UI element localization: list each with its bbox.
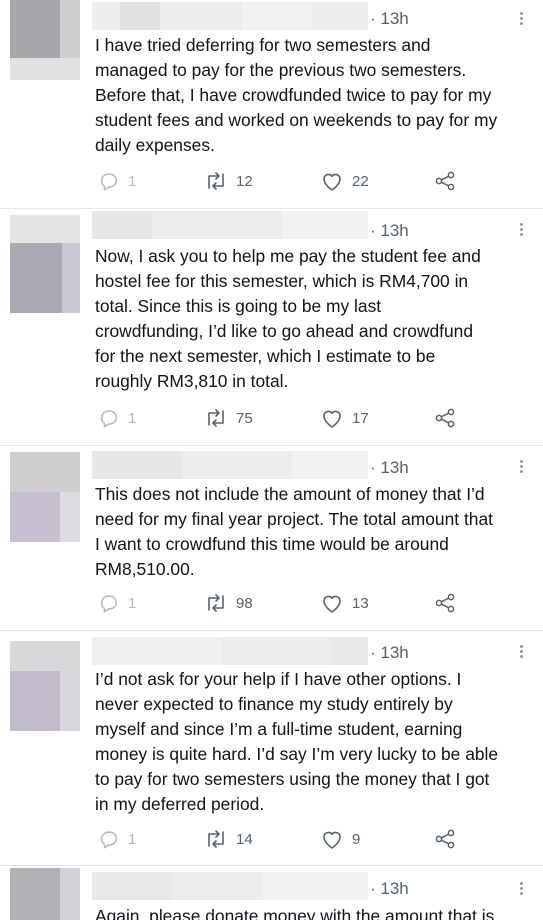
reply-icon xyxy=(100,173,118,191)
avatar[interactable] xyxy=(10,215,80,313)
more-options-icon[interactable] xyxy=(517,12,525,27)
timestamp[interactable]: · 13h xyxy=(370,879,409,899)
author-name-redacted[interactable] xyxy=(92,451,368,479)
reply-button[interactable]: 1 xyxy=(98,407,136,429)
reply-count: 1 xyxy=(128,594,137,612)
timestamp[interactable]: · 13h xyxy=(370,221,409,241)
share-button[interactable] xyxy=(434,407,456,429)
timestamp[interactable]: · 13h xyxy=(370,458,409,478)
retweet-count: 98 xyxy=(236,594,253,612)
reply-count: 1 xyxy=(128,830,137,848)
tweet[interactable]: · 13h Again, please donate money with th… xyxy=(0,866,543,920)
tweet-text: Now, I ask you to help me pay the studen… xyxy=(95,246,481,391)
retweet-button[interactable]: 14 xyxy=(204,828,253,850)
like-count: 9 xyxy=(352,830,361,848)
like-button[interactable]: 13 xyxy=(320,592,369,614)
retweet-icon xyxy=(208,172,224,190)
retweet-icon xyxy=(208,830,224,848)
share-button[interactable] xyxy=(434,170,456,192)
reply-button[interactable]: 1 xyxy=(98,592,136,614)
reply-button[interactable]: 1 xyxy=(98,828,136,850)
timestamp[interactable]: · 13h xyxy=(370,643,409,663)
retweet-count: 75 xyxy=(236,409,253,427)
share-icon xyxy=(435,829,455,849)
heart-icon xyxy=(323,831,341,849)
retweet-button[interactable]: 98 xyxy=(204,592,253,614)
more-options-icon[interactable] xyxy=(517,645,525,660)
tweet-actions: 1 75 17 xyxy=(0,407,543,433)
like-button[interactable]: 9 xyxy=(320,828,360,850)
share-button[interactable] xyxy=(434,592,456,614)
tweet-text: I’d not ask for your help if I have othe… xyxy=(95,669,499,814)
heart-icon xyxy=(323,173,341,191)
more-options-icon[interactable] xyxy=(517,882,525,897)
like-count: 17 xyxy=(352,409,369,427)
more-options-icon[interactable] xyxy=(517,223,525,238)
tweet[interactable]: · 13h This does not include the amount o… xyxy=(0,446,543,630)
retweet-icon xyxy=(208,409,224,427)
reply-icon xyxy=(100,410,118,428)
share-icon xyxy=(435,171,455,191)
like-button[interactable]: 17 xyxy=(320,407,369,429)
share-button[interactable] xyxy=(434,828,456,850)
tweet-text: This does not include the amount of mone… xyxy=(95,484,493,579)
like-count: 22 xyxy=(352,172,369,190)
author-name-redacted[interactable] xyxy=(92,637,368,665)
reply-icon xyxy=(100,831,118,849)
like-count: 13 xyxy=(352,594,369,612)
heart-icon xyxy=(323,595,341,613)
retweet-count: 14 xyxy=(236,830,253,848)
retweet-button[interactable]: 12 xyxy=(204,170,253,192)
avatar[interactable] xyxy=(10,452,80,542)
author-name-redacted[interactable] xyxy=(92,211,368,239)
retweet-count: 12 xyxy=(236,172,253,190)
reply-button[interactable]: 1 xyxy=(98,170,136,192)
retweet-button[interactable]: 75 xyxy=(204,407,253,429)
share-icon xyxy=(435,408,455,428)
tweet-actions: 1 98 13 xyxy=(0,592,543,618)
reply-icon xyxy=(100,595,118,613)
tweet-actions: 1 12 22 xyxy=(0,170,543,196)
tweet-text: I have tried deferring for two semesters… xyxy=(95,35,498,155)
reply-count: 1 xyxy=(128,409,137,427)
timestamp[interactable]: · 13h xyxy=(370,9,409,29)
like-button[interactable]: 22 xyxy=(320,170,369,192)
reply-count: 1 xyxy=(128,172,137,190)
author-name-redacted[interactable] xyxy=(92,2,368,30)
avatar[interactable] xyxy=(10,868,80,920)
avatar[interactable] xyxy=(10,0,80,80)
tweet-actions: 1 14 9 xyxy=(0,828,543,854)
tweet[interactable]: · 13h Now, I ask you to help me pay the … xyxy=(0,209,543,445)
share-icon xyxy=(435,593,455,613)
avatar[interactable] xyxy=(10,641,80,731)
tweet[interactable]: · 13h I have tried deferring for two sem… xyxy=(0,0,543,208)
retweet-icon xyxy=(208,594,224,612)
tweet[interactable]: · 13h I’d not ask for your help if I hav… xyxy=(0,631,543,865)
heart-icon xyxy=(323,410,341,428)
tweet-text: Again, please donate money with the amou… xyxy=(95,906,495,920)
author-name-redacted[interactable] xyxy=(92,872,368,900)
more-options-icon[interactable] xyxy=(517,460,525,475)
